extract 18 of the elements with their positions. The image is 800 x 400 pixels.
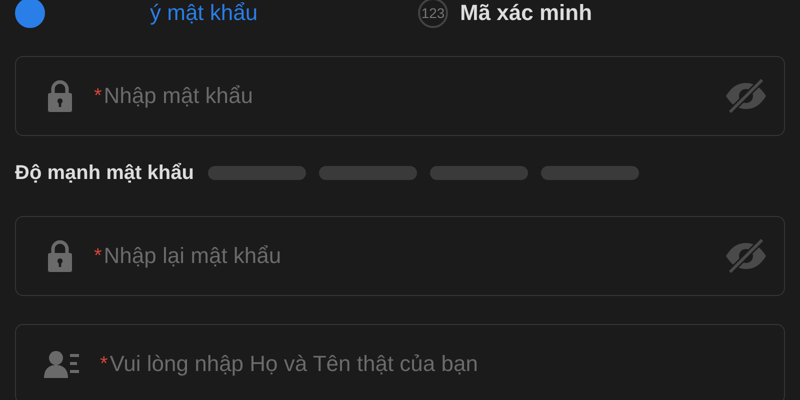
step-label[interactable]: Mã xác minh — [460, 0, 592, 26]
lock-icon — [46, 239, 74, 273]
text-input[interactable]: Nhập lại mật khẩu — [102, 243, 724, 269]
eye-off-icon[interactable] — [724, 78, 768, 114]
strength-label: Độ mạnh mật khẩu — [15, 162, 194, 184]
required-mark: * — [94, 84, 102, 108]
required-mark: * — [94, 244, 102, 268]
input-field[interactable]: *Nhập lại mật khẩu — [15, 216, 785, 296]
input-field[interactable]: *Nhập mật khẩu — [15, 56, 785, 136]
text-input[interactable]: Vui lòng nhập Họ và Tên thật của bạn — [108, 351, 768, 377]
required-mark: * — [100, 352, 108, 376]
lock-icon — [46, 79, 74, 113]
user-card-icon — [44, 350, 80, 378]
input-field[interactable]: *Vui lòng nhập Họ và Tên thật của bạn — [15, 324, 785, 400]
step-number: 123 — [418, 0, 448, 28]
step-label[interactable]: ý mật khẩu — [150, 0, 258, 26]
text-input[interactable]: Nhập mật khẩu — [102, 83, 724, 109]
eye-off-icon[interactable] — [724, 238, 768, 274]
